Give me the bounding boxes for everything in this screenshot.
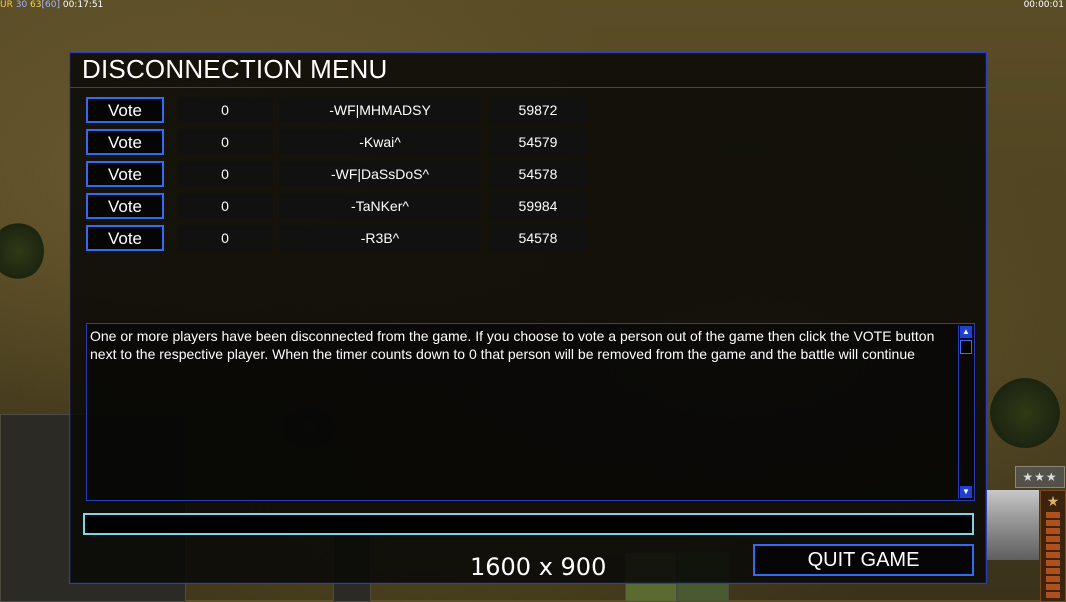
hud-stats: UR 30 63[60] 00:17:51 <box>0 0 103 10</box>
rank-segment <box>1046 568 1060 574</box>
vote-button[interactable]: Vote <box>86 225 164 251</box>
general-photo <box>985 490 1039 560</box>
rank-segment <box>1046 520 1060 526</box>
player-id: 54578 <box>489 225 587 251</box>
vote-count: 0 <box>177 129 273 155</box>
chat-input[interactable] <box>83 513 974 535</box>
vote-count: 0 <box>177 161 273 187</box>
resolution-watermark: 1600 x 900 <box>470 553 607 581</box>
player-id: 59872 <box>489 97 587 123</box>
player-name: -WF|DaSsDoS^ <box>279 161 481 187</box>
player-name: -R3B^ <box>279 225 481 251</box>
vote-count: 0 <box>177 97 273 123</box>
scroll-thumb[interactable] <box>960 340 972 354</box>
rank-segment <box>1046 584 1060 590</box>
fps-cap: [60] <box>41 0 60 10</box>
ur-label: UR <box>0 0 13 10</box>
player-count: 30 <box>15 0 28 10</box>
rank-segment <box>1046 536 1060 542</box>
dialog-title: DISCONNECTION MENU <box>82 54 388 84</box>
rank-segment <box>1046 576 1060 582</box>
quit-game-button[interactable]: QUIT GAME <box>753 544 974 576</box>
player-id: 54578 <box>489 161 587 187</box>
rank-segment <box>1046 528 1060 534</box>
rank-segment <box>1046 544 1060 550</box>
player-name: -Kwai^ <box>279 129 481 155</box>
vote-button[interactable]: Vote <box>86 161 164 187</box>
game-time: 00:17:51 <box>62 0 104 10</box>
tree-sprite <box>0 222 44 280</box>
scroll-down-icon[interactable]: ▼ <box>960 486 972 498</box>
message-scrollbar[interactable]: ▲ ▼ <box>958 325 973 499</box>
fps-value: 63 <box>30 0 42 10</box>
vote-button[interactable]: Vote <box>86 193 164 219</box>
player-name: -TaNKer^ <box>279 193 481 219</box>
player-name: -WF|MHMADSY <box>279 97 481 123</box>
title-divider <box>70 87 986 88</box>
vote-count: 0 <box>177 193 273 219</box>
tree-sprite <box>990 378 1060 448</box>
disconnection-dialog: DISCONNECTION MENU Vote 0 -WF|MHMADSY 59… <box>69 52 987 584</box>
vote-button[interactable]: Vote <box>86 129 164 155</box>
message-box: One or more players have been disconnect… <box>86 323 975 501</box>
star-icon: ★ <box>1046 493 1060 509</box>
player-id: 59984 <box>489 193 587 219</box>
right-timer: 00:00:01 <box>1023 0 1064 10</box>
rank-segment <box>1046 560 1060 566</box>
vote-count: 0 <box>177 225 273 251</box>
rank-segment <box>1046 512 1060 518</box>
rank-segment <box>1046 592 1060 598</box>
scroll-up-icon[interactable]: ▲ <box>960 326 972 338</box>
message-text: One or more players have been disconnect… <box>90 328 935 362</box>
rank-stars: ★★★ <box>1015 466 1065 488</box>
rank-progress-bar: ★ <box>1040 490 1066 602</box>
rank-segment <box>1046 552 1060 558</box>
vote-button[interactable]: Vote <box>86 97 164 123</box>
player-id: 54579 <box>489 129 587 155</box>
